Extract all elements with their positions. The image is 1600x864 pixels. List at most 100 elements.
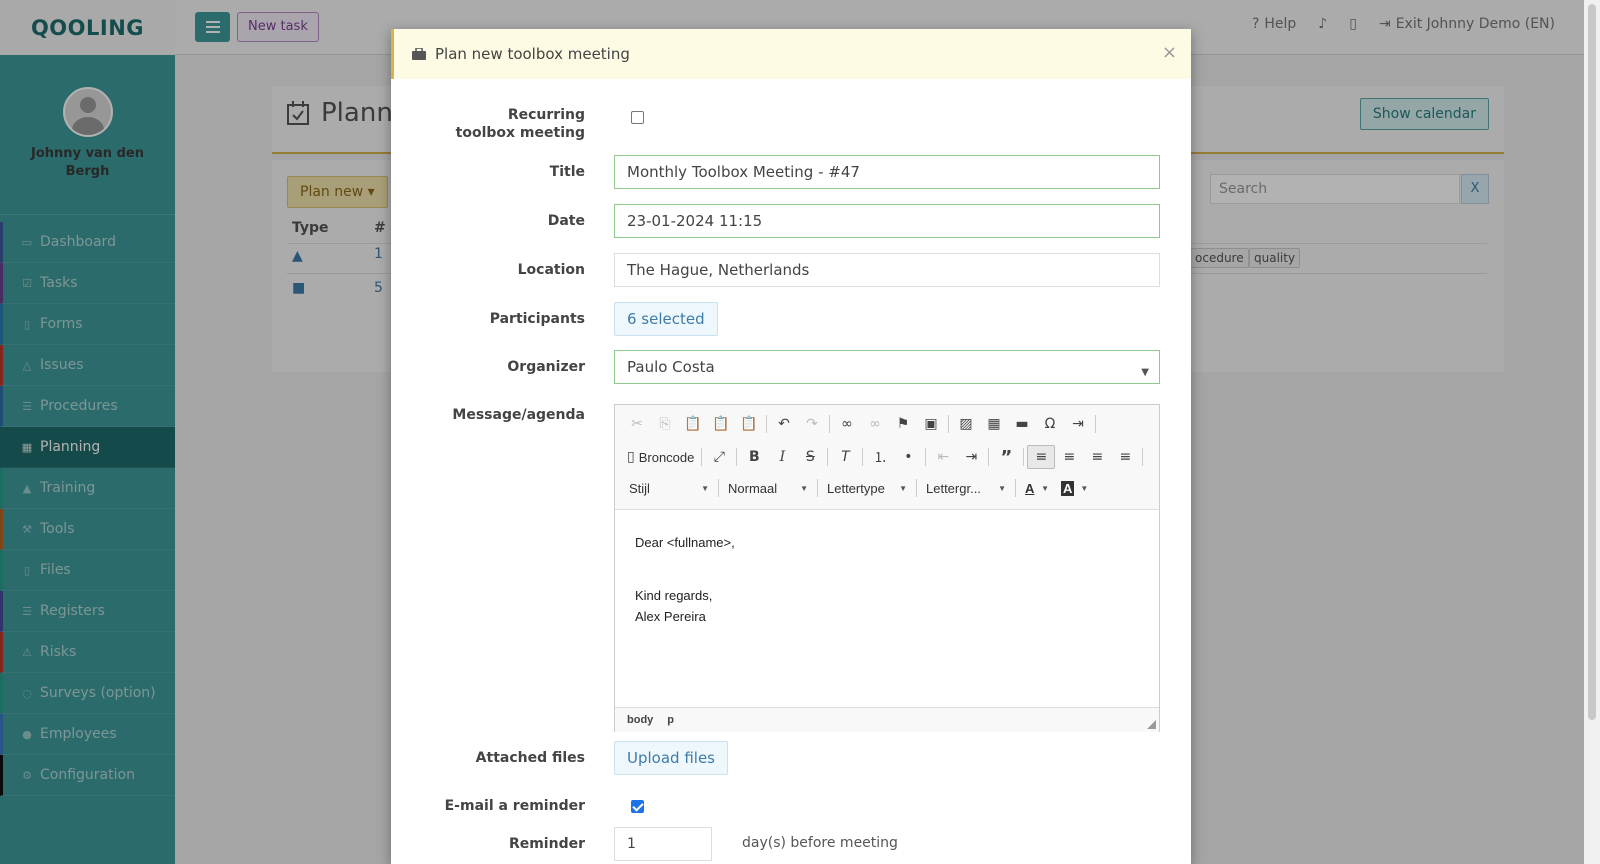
align-right-icon[interactable]: ≡ xyxy=(1083,445,1111,469)
toolbar-row-1: ✂ ⎘ 📋 📋 📋 ↶ ↷ ∞ ∞ ⚑ ▣ ▨ ▦ ▬ Ω ⇥ xyxy=(623,412,1099,436)
title-label: Title xyxy=(549,164,585,180)
source-icon: ▯ xyxy=(627,449,635,465)
reminder-days-input[interactable]: 1 xyxy=(614,827,712,861)
editor-toolbar: ✂ ⎘ 📋 📋 📋 ↶ ↷ ∞ ∞ ⚑ ▣ ▨ ▦ ▬ Ω ⇥ ▯ Bronco… xyxy=(615,405,1159,510)
reminder-label: Reminder xyxy=(508,836,585,852)
message-label: Message/agenda xyxy=(452,407,585,423)
toolbar-separator xyxy=(701,448,703,466)
location-input[interactable]: The Hague, Netherlands xyxy=(614,253,1160,287)
editor-elements-path: body p xyxy=(615,707,1159,732)
source-label: Broncode xyxy=(638,449,695,465)
page-break-icon[interactable]: ▣ xyxy=(917,412,945,436)
reminder-suffix: day(s) before meeting xyxy=(742,835,898,851)
format-combo[interactable]: Normaal ▼ xyxy=(722,477,814,499)
font-combo[interactable]: Lettertype ▼ xyxy=(821,477,913,499)
cut-icon[interactable]: ✂ xyxy=(623,412,651,436)
toolbar-row-3: Stijl ▼ Normaal ▼ Lettertype ▼ Lettergr... ▼… xyxy=(623,477,1091,499)
toolbar-separator xyxy=(829,415,830,433)
paste-word-icon[interactable]: 📋 xyxy=(735,412,763,436)
path-element[interactable]: p xyxy=(667,714,674,726)
recurring-checkbox[interactable] xyxy=(631,111,644,124)
text-color-icon: A xyxy=(1025,480,1035,496)
participants-select-button[interactable]: 6 selected xyxy=(614,302,718,336)
caret-down-icon: ▼ xyxy=(701,483,709,493)
align-left-icon[interactable]: ≡ xyxy=(1027,445,1056,469)
rich-text-editor: ✂ ⎘ 📋 📋 📋 ↶ ↷ ∞ ∞ ⚑ ▣ ▨ ▦ ▬ Ω ⇥ ▯ Bronco… xyxy=(614,404,1160,732)
image-icon[interactable]: ▨ xyxy=(952,412,980,436)
paste-text-icon[interactable]: 📋 xyxy=(707,412,735,436)
caret-down-icon: ▼ xyxy=(800,483,808,493)
background-color-button[interactable]: A ▼ xyxy=(1055,477,1091,499)
title-input[interactable]: Monthly Toolbox Meeting - #47 xyxy=(614,155,1160,189)
caret-down-icon: ▼ xyxy=(1141,367,1149,378)
toolbar-separator xyxy=(1095,415,1096,433)
italic-icon[interactable]: I xyxy=(768,445,796,469)
editor-line: Dear <fullname>, xyxy=(635,535,735,550)
blockquote-icon[interactable]: ” xyxy=(992,445,1020,469)
email-reminder-checkbox[interactable] xyxy=(631,800,644,813)
caret-down-icon: ▼ xyxy=(899,483,907,493)
close-button[interactable]: × xyxy=(1162,42,1177,63)
style-combo[interactable]: Stijl ▼ xyxy=(623,477,715,499)
font-size-combo[interactable]: Lettergr... ▼ xyxy=(920,477,1012,499)
email-reminder-label: E-mail a reminder xyxy=(444,798,585,814)
organizer-value: Paulo Costa xyxy=(627,358,715,376)
toolbar-separator xyxy=(817,479,818,497)
special-char-icon[interactable]: Ω xyxy=(1036,412,1064,436)
toolbar-separator xyxy=(916,479,917,497)
location-label: Location xyxy=(517,262,585,278)
undo-icon[interactable]: ↶ xyxy=(770,412,798,436)
caret-down-icon: ▼ xyxy=(998,483,1006,493)
indent-icon[interactable]: ⇥ xyxy=(957,445,985,469)
bold-icon[interactable]: B xyxy=(740,445,768,469)
path-element[interactable]: body xyxy=(627,714,653,726)
toolbar-row-2: ▯ Broncode ⤢ B I S T ⒈ • ⇤ ⇥ ” ≡ ≡ ≡ ≡ xyxy=(623,445,1146,469)
toolbar-separator xyxy=(1015,479,1016,497)
unlink-icon[interactable]: ∞ xyxy=(861,412,889,436)
outdent-icon[interactable]: ⇤ xyxy=(929,445,957,469)
editor-line: Alex Pereira xyxy=(635,609,706,624)
editor-content-area[interactable]: Dear <fullname>, Kind regards, Alex Pere… xyxy=(615,510,1159,707)
copy-icon[interactable]: ⎘ xyxy=(651,412,679,436)
font-size-combo-label: Lettergr... xyxy=(926,480,981,496)
background-color-icon: A xyxy=(1061,480,1075,496)
caret-down-icon: ▼ xyxy=(1080,483,1089,493)
toolbar-separator xyxy=(1142,448,1144,466)
upload-files-button[interactable]: Upload files xyxy=(614,741,728,775)
briefcase-icon xyxy=(412,48,426,60)
maximize-icon[interactable]: ⤢ xyxy=(705,445,733,469)
resize-handle[interactable] xyxy=(1147,720,1156,729)
table-icon[interactable]: ▦ xyxy=(980,412,1008,436)
paste-icon[interactable]: 📋 xyxy=(679,412,707,436)
anchor-flag-icon[interactable]: ⚑ xyxy=(889,412,917,436)
modal-header: Plan new toolbox meeting × xyxy=(391,29,1191,79)
align-center-icon[interactable]: ≡ xyxy=(1055,445,1083,469)
toolbar-separator xyxy=(988,448,990,466)
redo-icon[interactable]: ↷ xyxy=(798,412,826,436)
toolbar-separator xyxy=(862,448,864,466)
align-justify-icon[interactable]: ≡ xyxy=(1111,445,1139,469)
indent-block-icon[interactable]: ⇥ xyxy=(1064,412,1092,436)
text-color-button[interactable]: A ▼ xyxy=(1019,477,1055,499)
bulleted-list-icon[interactable]: • xyxy=(894,445,922,469)
toolbar-separator xyxy=(948,415,949,433)
toolbar-separator xyxy=(925,448,927,466)
page-scrollbar[interactable] xyxy=(1584,0,1600,864)
link-icon[interactable]: ∞ xyxy=(833,412,861,436)
organizer-select[interactable]: Paulo Costa ▼ xyxy=(614,350,1160,384)
remove-format-icon[interactable]: T xyxy=(831,445,859,469)
horizontal-line-icon[interactable]: ▬ xyxy=(1008,412,1036,436)
font-combo-label: Lettertype xyxy=(827,480,885,496)
format-combo-label: Normaal xyxy=(728,480,778,496)
modal-title: Plan new toolbox meeting xyxy=(435,45,630,63)
toolbar-separator xyxy=(1023,448,1025,466)
scrollbar-thumb[interactable] xyxy=(1588,4,1596,720)
attached-files-label: Attached files xyxy=(475,750,585,766)
caret-down-icon: ▼ xyxy=(1041,483,1049,493)
date-input[interactable]: 23-01-2024 11:15 xyxy=(614,204,1160,238)
numbered-list-icon[interactable]: ⒈ xyxy=(866,445,894,469)
date-label: Date xyxy=(547,213,585,229)
strikethrough-icon[interactable]: S xyxy=(796,445,824,469)
source-button[interactable]: ▯ Broncode xyxy=(623,445,698,469)
